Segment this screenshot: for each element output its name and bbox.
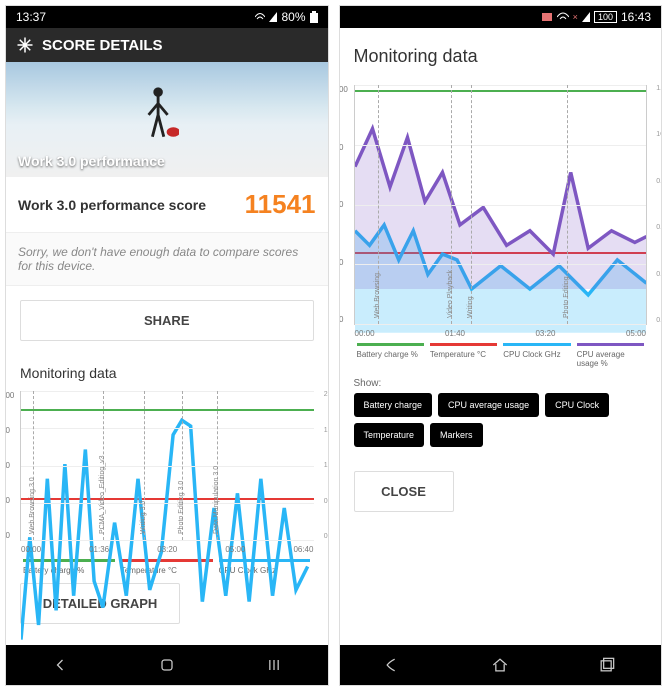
x-axis: 00:0001:4003:2005:00 — [355, 329, 647, 338]
share-button[interactable]: SHARE — [20, 300, 314, 341]
back-icon[interactable] — [50, 655, 70, 675]
hero-image: Work 3.0 performance — [6, 62, 328, 177]
monitoring-chart-left[interactable]: 10080604020 2GHz1.6GHz1.2GHz0.8GHz0.4GHz… — [20, 391, 314, 541]
phone-left: 13:37 80% SCORE DETAILS Work 3.0 perform… — [5, 5, 329, 686]
header: SCORE DETAILS — [6, 28, 328, 62]
score-label: Work 3.0 performance score — [18, 197, 206, 213]
statusbar-left: 13:37 80% — [6, 6, 328, 28]
wifi-icon — [255, 12, 265, 22]
back-icon[interactable] — [383, 655, 403, 675]
close-button[interactable]: CLOSE — [354, 471, 454, 512]
marker-label: PCMA_Video_Editing_v3 — [99, 456, 106, 534]
status-battery: 100 — [594, 11, 617, 23]
battery-icon — [310, 11, 318, 23]
wifi-icon — [557, 12, 569, 22]
marker-label: Web Browsing — [374, 273, 381, 318]
header-title: SCORE DETAILS — [42, 37, 163, 54]
navbar-left — [6, 645, 328, 685]
signal-icon — [269, 12, 277, 22]
statusbar-right: × 100 16:43 — [340, 6, 662, 28]
chip-cpu-clock[interactable]: CPU Clock — [545, 393, 609, 417]
no-data-message: Sorry, we don't have enough data to comp… — [6, 233, 328, 286]
chip-temperature[interactable]: Temperature — [354, 423, 425, 447]
snowflake-icon — [16, 36, 34, 54]
signal-icon — [582, 12, 590, 22]
recent-icon[interactable] — [264, 655, 284, 675]
score-value: 11541 — [245, 189, 316, 220]
sim-icon — [541, 12, 553, 22]
marker-label: Photo Editing — [563, 276, 570, 318]
cpu-clock-line — [21, 391, 314, 684]
hero-label: Work 3.0 performance — [18, 153, 165, 169]
marker-label: Writing 3.0 — [140, 501, 147, 534]
skier-icon — [141, 83, 179, 143]
recent-icon[interactable] — [597, 655, 617, 675]
chip-cpu-average-usage[interactable]: CPU average usage — [438, 393, 539, 417]
score-row: Work 3.0 performance score 11541 — [6, 177, 328, 233]
chip-markers[interactable]: Markers — [430, 423, 483, 447]
status-battery: 80% — [281, 10, 305, 24]
y-axis-left: 10080604020 — [339, 85, 348, 324]
chips: Battery chargeCPU average usageCPU Clock… — [340, 393, 662, 457]
status-right: 80% — [255, 10, 317, 24]
marker-label: Data Manipulation 3.0 — [213, 466, 220, 534]
y-axis-right: 1.2GHz1GHz0.8GHz0.6GHz0.4GHz0.2GHz — [656, 85, 662, 324]
home-icon[interactable] — [490, 655, 510, 675]
x-axis: 00:0001:3603:2005:0006:40 — [21, 545, 314, 554]
chip-battery-charge[interactable]: Battery charge — [354, 393, 433, 417]
monitoring-title: Monitoring data — [6, 355, 328, 387]
marker-label: Video Playback — [447, 270, 454, 318]
status-time: 16:43 — [621, 10, 651, 24]
marker-label: Writing — [467, 296, 474, 318]
y-axis-left: 10080604020 — [5, 391, 14, 540]
navbar-right — [340, 645, 662, 685]
home-icon[interactable] — [157, 655, 177, 675]
phone-right: × 100 16:43 Monitoring data 10080604020 … — [339, 5, 663, 686]
status-time: 13:37 — [16, 10, 46, 24]
monitoring-chart-right[interactable]: 10080604020 1.2GHz1GHz0.8GHz0.6GHz0.4GHz… — [354, 85, 648, 325]
y-axis-right: 2GHz1.6GHz1.2GHz0.8GHz0.4GHz — [324, 391, 329, 540]
status-right: × 100 16:43 — [541, 10, 651, 24]
monitoring-title: Monitoring data — [340, 28, 662, 75]
marker-label: Photo Editing 3.0 — [178, 481, 185, 534]
marker-label: Web Browsing 3.0 — [29, 477, 36, 534]
